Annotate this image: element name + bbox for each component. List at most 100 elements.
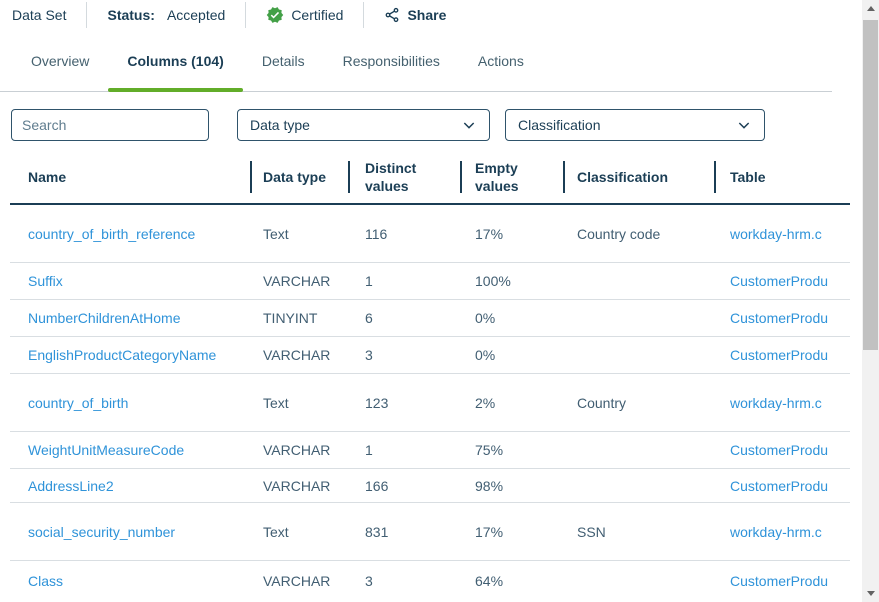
- table-row: Suffix VARCHAR 1 100% CustomerProdu: [10, 263, 850, 300]
- cell-data-type: VARCHAR: [250, 478, 348, 494]
- cell-distinct-values: 6: [348, 310, 460, 326]
- column-name-link[interactable]: social_security_number: [28, 524, 175, 540]
- chevron-down-icon: [461, 117, 477, 133]
- col-header-table: Table: [714, 152, 850, 203]
- table-row: country_of_birth_reference Text 116 17% …: [10, 205, 850, 263]
- cell-data-type: TINYINT: [250, 310, 348, 326]
- cell-data-type: VARCHAR: [250, 347, 348, 363]
- page: Data Set Status: Accepted Certified Shar…: [0, 0, 879, 602]
- columns-table: Name Data type Distinct values Empty val…: [10, 152, 850, 601]
- status-badge: Status: Accepted: [107, 7, 225, 23]
- col-header-distinct-values: Distinct values: [348, 152, 460, 203]
- status-label: Status:: [107, 7, 154, 23]
- column-name-link[interactable]: country_of_birth: [28, 395, 128, 411]
- cell-data-type: VARCHAR: [250, 273, 348, 289]
- tab-actions[interactable]: Actions: [459, 45, 543, 91]
- column-name-link[interactable]: country_of_birth_reference: [28, 226, 195, 242]
- scroll-up-arrow-icon: [867, 6, 875, 11]
- certified-seal-icon: [266, 6, 284, 24]
- chevron-down-icon: [736, 117, 752, 133]
- table-row: NumberChildrenAtHome TINYINT 6 0% Custom…: [10, 300, 850, 337]
- cell-empty-values: 0%: [460, 310, 563, 326]
- col-header-empty-values: Empty values: [460, 152, 563, 203]
- col-header-classification: Classification: [563, 152, 714, 203]
- table-row: AddressLine2 VARCHAR 166 98% CustomerPro…: [10, 469, 850, 503]
- cell-distinct-values: 3: [348, 347, 460, 363]
- cell-distinct-values: 3: [348, 573, 460, 589]
- col-header-data-type: Data type: [250, 152, 348, 203]
- share-button[interactable]: Share: [384, 7, 446, 23]
- cell-distinct-values: 166: [348, 478, 460, 494]
- table-ref-link[interactable]: CustomerProdu: [730, 310, 828, 326]
- column-name-link[interactable]: WeightUnitMeasureCode: [28, 442, 184, 458]
- cell-empty-values: 64%: [460, 573, 563, 589]
- classification-dropdown[interactable]: Classification: [505, 109, 765, 141]
- classification-dropdown-label: Classification: [518, 117, 600, 133]
- share-label: Share: [407, 7, 446, 23]
- divider: [363, 2, 364, 28]
- cell-distinct-values: 116: [348, 226, 460, 242]
- top-bar: Data Set Status: Accepted Certified Shar…: [0, 0, 850, 30]
- tab-bar: Overview Columns (104) Details Responsib…: [0, 45, 832, 92]
- column-name-link[interactable]: NumberChildrenAtHome: [28, 310, 181, 326]
- scrollbar-thumb[interactable]: [863, 20, 878, 350]
- cell-classification: Country: [563, 395, 714, 411]
- main-content: Data Set Status: Accepted Certified Shar…: [0, 0, 850, 602]
- certified-badge: Certified: [266, 6, 343, 24]
- table-ref-link[interactable]: CustomerProdu: [730, 347, 828, 363]
- table-row: WeightUnitMeasureCode VARCHAR 1 75% Cust…: [10, 432, 850, 469]
- cell-classification: SSN: [563, 524, 714, 540]
- filter-bar: Data type Classification: [11, 109, 850, 141]
- data-type-dropdown[interactable]: Data type: [237, 109, 490, 141]
- share-icon: [384, 7, 400, 23]
- column-name-link[interactable]: Suffix: [28, 273, 63, 289]
- cell-data-type: Text: [250, 226, 348, 242]
- certified-label: Certified: [291, 7, 343, 23]
- cell-empty-values: 0%: [460, 347, 563, 363]
- status-value: Accepted: [167, 7, 225, 23]
- table-row: country_of_birth Text 123 2% Country wor…: [10, 374, 850, 432]
- cell-distinct-values: 123: [348, 395, 460, 411]
- cell-data-type: VARCHAR: [250, 442, 348, 458]
- table-row: Class VARCHAR 3 64% CustomerProdu: [10, 561, 850, 601]
- cell-empty-values: 100%: [460, 273, 563, 289]
- cell-empty-values: 2%: [460, 395, 563, 411]
- cell-empty-values: 17%: [460, 226, 563, 242]
- divider: [245, 2, 246, 28]
- cell-data-type: Text: [250, 395, 348, 411]
- tab-columns[interactable]: Columns (104): [108, 45, 242, 91]
- cell-empty-values: 17%: [460, 524, 563, 540]
- table-ref-link[interactable]: workday-hrm.c: [730, 226, 822, 242]
- scroll-down-arrow-icon: [867, 591, 875, 596]
- table-ref-link[interactable]: CustomerProdu: [730, 573, 828, 589]
- cell-distinct-values: 1: [348, 273, 460, 289]
- table-ref-link[interactable]: workday-hrm.c: [730, 524, 822, 540]
- tab-overview[interactable]: Overview: [12, 45, 108, 91]
- divider: [86, 2, 87, 28]
- table-ref-link[interactable]: workday-hrm.c: [730, 395, 822, 411]
- cell-distinct-values: 1: [348, 442, 460, 458]
- table-ref-link[interactable]: CustomerProdu: [730, 273, 828, 289]
- scroll-up-button[interactable]: [862, 0, 879, 17]
- cell-classification: Country code: [563, 226, 714, 242]
- vertical-scrollbar[interactable]: [862, 0, 879, 602]
- tab-responsibilities[interactable]: Responsibilities: [324, 45, 459, 91]
- column-name-link[interactable]: AddressLine2: [28, 478, 114, 494]
- cell-empty-values: 75%: [460, 442, 563, 458]
- tab-details[interactable]: Details: [243, 45, 324, 91]
- table-row: EnglishProductCategoryName VARCHAR 3 0% …: [10, 337, 850, 374]
- cell-empty-values: 98%: [460, 478, 563, 494]
- search-input[interactable]: [11, 109, 209, 141]
- table-ref-link[interactable]: CustomerProdu: [730, 478, 828, 494]
- page-title: Data Set: [12, 7, 66, 23]
- table-row: social_security_number Text 831 17% SSN …: [10, 503, 850, 561]
- column-name-link[interactable]: Class: [28, 573, 63, 589]
- data-type-dropdown-label: Data type: [250, 117, 310, 133]
- cell-distinct-values: 831: [348, 524, 460, 540]
- scroll-down-button[interactable]: [862, 585, 879, 602]
- cell-data-type: Text: [250, 524, 348, 540]
- column-name-link[interactable]: EnglishProductCategoryName: [28, 347, 216, 363]
- table-ref-link[interactable]: CustomerProdu: [730, 442, 828, 458]
- table-header-row: Name Data type Distinct values Empty val…: [10, 152, 850, 205]
- col-header-name: Name: [10, 152, 250, 203]
